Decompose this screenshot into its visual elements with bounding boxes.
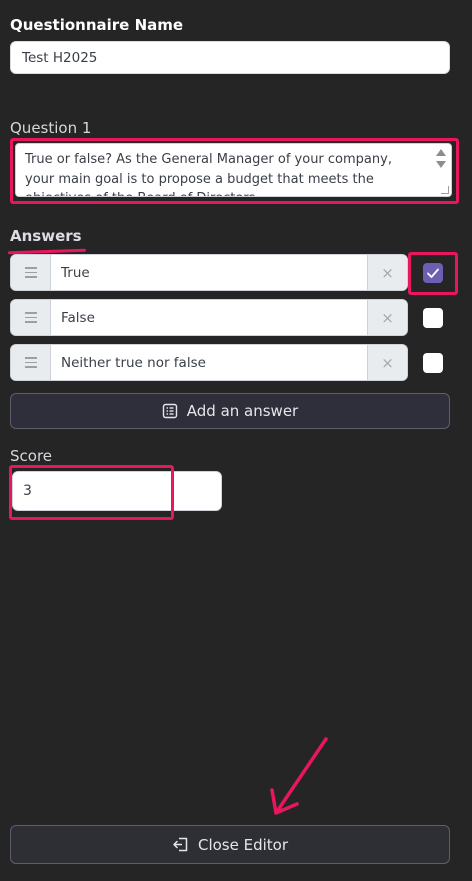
answer-input[interactable]: Neither true nor false (51, 345, 367, 380)
list-icon (162, 403, 177, 419)
drag-handle[interactable] (11, 300, 51, 335)
scroll-up-icon[interactable] (436, 149, 446, 156)
close-icon: × (381, 263, 394, 282)
answer-row: False × (10, 299, 408, 336)
close-icon: × (381, 353, 394, 372)
question-textarea[interactable]: True or false? As the General Manager of… (15, 143, 452, 197)
question-text: True or false? As the General Manager of… (25, 152, 392, 196)
drag-handle-icon (24, 357, 37, 368)
scroll-down-icon[interactable] (436, 161, 446, 168)
drag-handle[interactable] (11, 345, 51, 380)
close-icon: × (381, 308, 394, 327)
exit-icon (173, 837, 188, 852)
add-answer-label: Add an answer (186, 402, 299, 420)
resize-handle-icon[interactable] (441, 186, 449, 194)
close-editor-button[interactable]: Close Editor (10, 825, 450, 864)
checkmark-icon (427, 268, 439, 278)
textarea-scrollbar[interactable] (436, 149, 448, 191)
answer-input[interactable]: True (51, 255, 367, 290)
add-answer-button[interactable]: Add an answer (10, 393, 450, 429)
correct-answer-checkbox[interactable] (423, 308, 443, 328)
questionnaire-name-label: Questionnaire Name (10, 16, 184, 34)
answer-row: Neither true nor false × (10, 344, 408, 381)
correct-answer-checkbox[interactable] (423, 263, 443, 283)
drag-handle[interactable] (11, 255, 51, 290)
close-editor-label: Close Editor (197, 835, 289, 854)
score-label: Score (10, 447, 53, 465)
remove-answer-button[interactable]: × (367, 255, 407, 290)
answer-input[interactable]: False (51, 300, 367, 335)
correct-answer-checkbox[interactable] (423, 353, 443, 373)
score-highlight-box (9, 465, 174, 520)
question-label: Question 1 (10, 119, 92, 137)
remove-answer-button[interactable]: × (367, 345, 407, 380)
drag-handle-icon (24, 267, 37, 278)
remove-answer-button[interactable]: × (367, 300, 407, 335)
answers-label: Answers (10, 227, 82, 245)
drag-handle-icon (24, 312, 37, 323)
answer-row: True × (10, 254, 408, 291)
questionnaire-name-input[interactable]: Test H2025 (10, 41, 450, 74)
arrow-annotation-icon (270, 737, 328, 815)
